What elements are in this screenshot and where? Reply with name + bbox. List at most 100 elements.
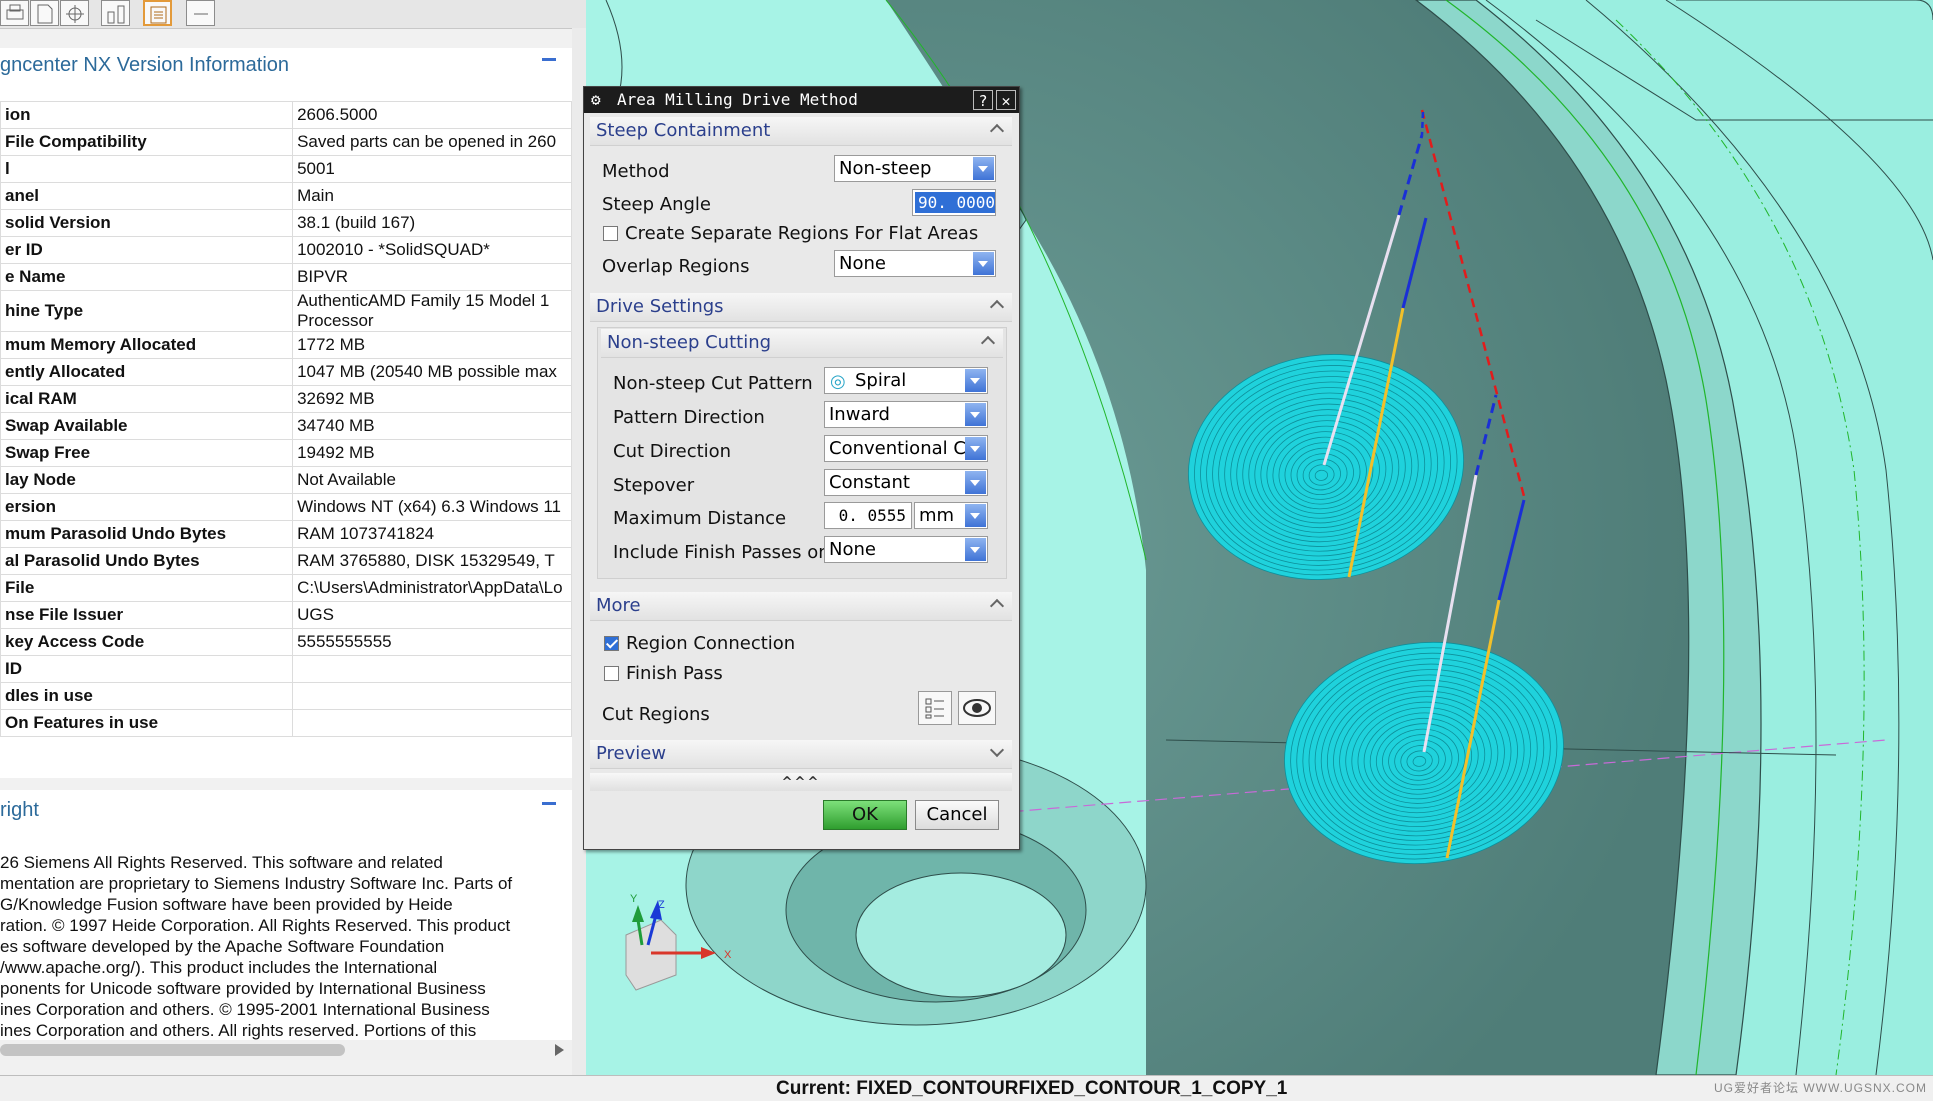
cut-pattern-select[interactable]: ◎ Spiral	[824, 367, 988, 394]
expand-more-icon[interactable]: ^^^	[590, 773, 1012, 791]
chevron-up-icon[interactable]	[989, 299, 1005, 315]
display-eye-icon[interactable]	[958, 691, 996, 725]
info-value: RAM 1073741824	[292, 520, 572, 548]
info-value	[292, 655, 572, 683]
region-connection-checkbox[interactable]	[604, 636, 619, 651]
info-key: l	[0, 155, 294, 183]
cut-direction-label: Cut Direction	[613, 441, 732, 462]
section-drive-settings[interactable]: Drive Settings	[590, 293, 1012, 322]
table-row: File Compatibility Saved parts can be ope…	[0, 128, 572, 156]
info-key: hine Type	[0, 290, 294, 332]
pattern-direction-select[interactable]: Inward	[824, 401, 988, 428]
max-distance-unit: mm	[919, 505, 955, 526]
section-title: Steep Containment	[596, 120, 771, 141]
table-row: ently Allocated 1047 MB (20540 MB possibl…	[0, 358, 572, 386]
table-row: Swap Available 34740 MB	[0, 412, 572, 440]
table-row: al Parasolid Undo Bytes RAM 3765880, DISK…	[0, 547, 572, 575]
info-key: key Access Code	[0, 628, 294, 656]
chevron-down-icon[interactable]	[965, 403, 986, 426]
watermark-text: UG爱好者论坛 WWW.UGSNX.COM	[1714, 1081, 1927, 1095]
table-row: solid Version 38.1 (build 167)	[0, 209, 572, 237]
section-title: Non-steep Cutting	[607, 332, 772, 353]
table-row: mum Parasolid Undo Bytes RAM 1073741824	[0, 520, 572, 548]
section-non-steep-cutting[interactable]: Non-steep Cutting	[601, 329, 1003, 358]
chevron-down-icon[interactable]	[965, 437, 986, 460]
version-info-card: gncenter NX Version Information ion 2606.…	[0, 48, 572, 778]
info-key: ion	[0, 101, 294, 129]
cut-regions-label: Cut Regions	[602, 704, 710, 725]
table-row: hine Type AuthenticAMD Family 15 Model 1 …	[0, 290, 572, 332]
info-key: ID	[0, 655, 294, 683]
overlap-regions-label: Overlap Regions	[602, 256, 750, 277]
finish-pass-label: Finish Pass	[626, 663, 723, 684]
finish-pass-checkbox[interactable]	[604, 666, 619, 681]
chevron-down-icon[interactable]	[973, 157, 994, 180]
cut-direction-select[interactable]: Conventional Cut	[824, 435, 988, 462]
horizontal-scrollbar[interactable]	[0, 1040, 572, 1060]
info-key: File Compatibility	[0, 128, 294, 156]
chevron-down-icon[interactable]	[965, 369, 986, 392]
chevron-down-icon[interactable]	[965, 504, 986, 527]
method-label: Method	[602, 161, 670, 182]
report-icon[interactable]	[143, 0, 172, 26]
cut-direction-value: Conventional Cut	[829, 438, 985, 459]
tools-icon[interactable]	[101, 0, 130, 26]
chevron-up-icon[interactable]	[989, 598, 1005, 614]
stepover-value: Constant	[829, 472, 910, 493]
section-preview[interactable]: Preview	[590, 740, 1012, 769]
method-select[interactable]: Non-steep	[834, 155, 996, 182]
chevron-down-icon[interactable]	[989, 742, 1005, 758]
section-title: Drive Settings	[596, 296, 724, 317]
collapse-icon[interactable]	[542, 802, 556, 805]
info-value: UGS	[292, 601, 572, 629]
table-row: key Access Code 5555555555	[0, 628, 572, 656]
cancel-button[interactable]: Cancel	[915, 800, 999, 830]
info-key: ently Allocated	[0, 358, 294, 386]
chevron-up-icon[interactable]	[980, 335, 996, 351]
info-key: e Name	[0, 263, 294, 291]
section-more[interactable]: More	[590, 592, 1012, 621]
version-info-table: ion 2606.5000 File Compatibility Saved part…	[0, 101, 572, 737]
section-steep-containment[interactable]: Steep Containment	[590, 117, 1012, 146]
ok-button[interactable]: OK	[823, 800, 907, 830]
table-row: er ID 1002010 - *SolidSQUAD*	[0, 236, 572, 264]
table-row: l 5001	[0, 155, 572, 183]
collapse-icon[interactable]	[542, 58, 556, 61]
steep-angle-input[interactable]: 90. 0000	[912, 189, 996, 216]
scrollbar-thumb[interactable]	[0, 1044, 345, 1056]
version-info-title: gncenter NX Version Information	[0, 54, 290, 76]
table-row: File C:\Users\Administrator\AppData\Lo	[0, 574, 572, 602]
finish-passes-label: Include Finish Passes on	[613, 542, 830, 563]
info-value: C:\Users\Administrator\AppData\Lo	[292, 574, 572, 602]
scroll-right-arrow-icon[interactable]	[555, 1044, 564, 1056]
info-value: 1047 MB (20540 MB possible max	[292, 358, 572, 386]
chevron-down-icon[interactable]	[965, 471, 986, 494]
dialog-titlebar[interactable]: ⚙ Area Milling Drive Method ? ✕	[584, 87, 1019, 113]
chevron-down-icon[interactable]	[965, 538, 986, 561]
triad-z-label: Z	[658, 899, 665, 911]
stepover-label: Stepover	[613, 475, 695, 496]
chevron-up-icon[interactable]	[989, 123, 1005, 139]
page-icon[interactable]	[30, 0, 59, 26]
minus-icon[interactable]	[186, 0, 215, 26]
overlap-regions-select[interactable]: None	[834, 250, 996, 277]
max-distance-input[interactable]: 0. 0555	[824, 502, 912, 529]
info-key: Swap Available	[0, 412, 294, 440]
max-distance-unit-select[interactable]: mm	[914, 502, 988, 529]
print-icon[interactable]	[0, 0, 29, 26]
close-button[interactable]: ✕	[996, 90, 1016, 110]
pattern-direction-value: Inward	[829, 404, 890, 425]
info-value: 1002010 - *SolidSQUAD*	[292, 236, 572, 264]
finish-passes-select[interactable]: None	[824, 536, 988, 563]
info-key: Swap Free	[0, 439, 294, 467]
info-value: Windows NT (x64) 6.3 Windows 11	[292, 493, 572, 521]
section-title: More	[596, 595, 641, 616]
crosshair-icon[interactable]	[60, 0, 89, 26]
create-separate-regions-checkbox[interactable]	[603, 226, 618, 241]
copyright-text: 26 Siemens All Rights Reserved. This sof…	[0, 853, 513, 1040]
region-list-icon[interactable]	[918, 691, 952, 725]
help-button[interactable]: ?	[973, 90, 993, 110]
method-value: Non-steep	[839, 158, 932, 179]
chevron-down-icon[interactable]	[973, 252, 994, 275]
stepover-select[interactable]: Constant	[824, 469, 988, 496]
